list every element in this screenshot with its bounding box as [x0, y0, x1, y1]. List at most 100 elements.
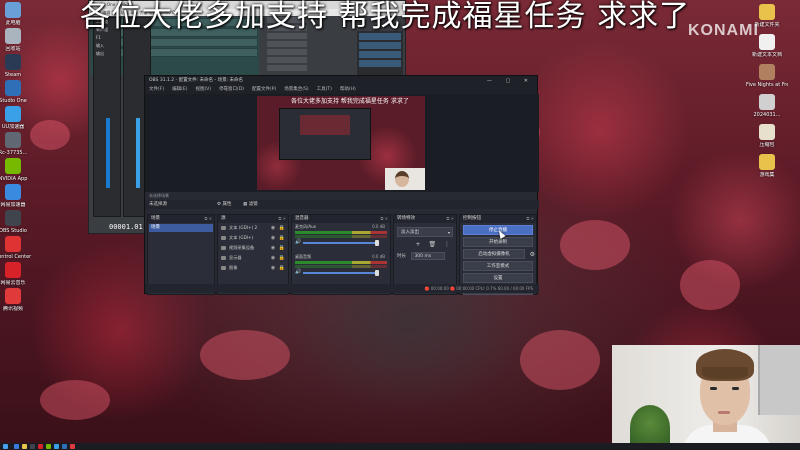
- control-button[interactable]: 开始录制: [463, 237, 533, 247]
- mixer-channel-db: 0.0 dB: [372, 224, 385, 229]
- source-item[interactable]: 文本 (GDI+) 2 ◉ 🔒: [218, 223, 288, 233]
- properties-button[interactable]: ⚙ 属性: [217, 200, 231, 209]
- video-icon: [5, 288, 21, 304]
- daw-fader[interactable]: [136, 118, 140, 188]
- daw-channel-button[interactable]: 输出: [94, 50, 120, 58]
- volume-slider-knob[interactable]: [375, 240, 379, 246]
- obs-menubar[interactable]: 文件(F) 编辑(E) 视图(V) 停靠窗口(D) 配置文件(P) 场景集合(S) 工具(T…: [145, 86, 537, 94]
- obs-titlebar[interactable]: OBS 31.1.2 - 配置文件: 未命名 - 场景: 未命名 — ▢ ✕: [145, 76, 537, 86]
- control-button[interactable]: 工作室模式: [463, 261, 533, 271]
- taskbar-app-icon[interactable]: [46, 444, 51, 449]
- volume-slider-track[interactable]: [303, 242, 377, 244]
- taskbar-app-icon[interactable]: [54, 444, 59, 449]
- taskbar-app-icon[interactable]: [30, 444, 35, 449]
- sources-dock[interactable]: 源 ⧉ ✕ 文本 (GDI+) 2 ◉ 🔒 文本 (GDI+) ◉ 🔒 视频采集设备 ◉ 🔒…: [217, 214, 289, 295]
- desktop-shortcut[interactable]: Control Center: [0, 236, 34, 260]
- desktop-shortcut-label: 2024031...: [753, 112, 781, 118]
- gear-icon[interactable]: ⚙: [530, 250, 535, 259]
- desktop-shortcut-label: 回收站: [5, 46, 21, 52]
- taskbar-app-icon[interactable]: [70, 444, 75, 449]
- source-list[interactable]: 文本 (GDI+) 2 ◉ 🔒 文本 (GDI+) ◉ 🔒 视频采集设备 ◉ 🔒 显示器 ◉ …: [218, 223, 288, 273]
- obs-window[interactable]: OBS 31.1.2 - 配置文件: 未命名 - 场景: 未命名 — ▢ ✕ 文…: [144, 75, 539, 295]
- taskbar-app-icon[interactable]: [38, 444, 43, 449]
- volume-slider-track[interactable]: [303, 272, 377, 274]
- transitions-dock[interactable]: 转场特效 ⧉ ✕ 淡入淡出 ▾ + 🗑 ⋮ 时长 300 ms: [393, 214, 457, 295]
- control-button[interactable]: 启动虚拟摄像机 ⚙: [463, 249, 535, 259]
- window-controls[interactable]: — ▢ ✕: [487, 76, 534, 86]
- scene-list[interactable]: 场景: [148, 224, 214, 232]
- desktop-shortcut[interactable]: Five Nights at Freddy's: [746, 64, 788, 88]
- desktop-shortcut[interactable]: 游戏集: [746, 154, 788, 178]
- desktop-shortcut[interactable]: 回收站: [0, 28, 34, 52]
- taskbar-app-icon[interactable]: [22, 444, 27, 449]
- desktop-shortcut[interactable]: 2024031...: [746, 94, 788, 118]
- accelerator-icon: [5, 184, 21, 200]
- volume-slider[interactable]: 🔊: [295, 239, 387, 246]
- volume-slider[interactable]: 🔊: [295, 269, 387, 276]
- source-visibility-lock-icons[interactable]: ◉ 🔒: [271, 233, 286, 243]
- obs-source-tabs[interactable]: 未选择源 ⚙ 属性 ▦ 滤镜: [145, 200, 539, 209]
- obs-menu-item[interactable]: 场景集合(S): [284, 87, 308, 92]
- desktop-shortcut-label: OBS Studio: [0, 228, 27, 234]
- mixer-channel[interactable]: 桌面音频 0.0 dB 🔊: [292, 253, 390, 283]
- desktop-shortcut[interactable]: UU加速器: [0, 106, 34, 130]
- source-visibility-lock-icons[interactable]: ◉ 🔒: [271, 263, 286, 273]
- transition-select[interactable]: 淡入淡出 ▾: [397, 227, 453, 237]
- desktop-shortcut[interactable]: 腾讯视频: [0, 288, 34, 312]
- computer-icon: [5, 2, 21, 18]
- desktop-shortcut-label: Control Center: [0, 254, 32, 260]
- obs-preview-canvas[interactable]: 各位大佬多加支持 帮我完成福星任务 求求了: [257, 96, 425, 190]
- transition-add-remove[interactable]: + 🗑 ⋮: [397, 241, 453, 248]
- scene-item[interactable]: 场景: [149, 224, 213, 232]
- obs-menu-item[interactable]: 编辑(E): [172, 87, 187, 92]
- source-item[interactable]: 显示器 ◉ 🔒: [218, 253, 288, 263]
- mixer-channels[interactable]: 麦克风/Aux 0.0 dB 🔊 桌面音频 0.0 dB 🔊: [292, 223, 390, 283]
- obs-menu-item[interactable]: 停靠窗口(D): [219, 87, 244, 92]
- source-name: 文本 (GDI+): [229, 235, 254, 240]
- taskbar-app-icon[interactable]: [62, 444, 67, 449]
- control-button[interactable]: 设置: [463, 273, 533, 283]
- windows-taskbar[interactable]: [0, 443, 800, 450]
- text-source-icon: [221, 226, 226, 230]
- audio-mixer-dock[interactable]: 混音器⧉ ✕ 麦克风/Aux0.0 dB🔊桌面音频0.0 dB🔊 ⚙ ⋮: [291, 214, 391, 295]
- daw-channel-button[interactable]: 输入: [94, 42, 120, 50]
- desktop-shortcut[interactable]: Studio One: [0, 80, 34, 104]
- obs-menu-item[interactable]: 帮助(H): [340, 87, 356, 92]
- scenes-dock[interactable]: 场景⧉ ✕ 场景 + 🗑 ◧ ∧ ∨: [147, 214, 215, 295]
- obs-menu-item[interactable]: 视图(V): [195, 87, 211, 92]
- mixer-channel[interactable]: 麦克风/Aux 0.0 dB 🔊: [292, 223, 390, 253]
- speaker-icon[interactable]: 🔊: [295, 239, 301, 245]
- desktop-shortcut[interactable]: Steam: [0, 54, 34, 78]
- desktop-shortcut[interactable]: 网易云音乐: [0, 262, 34, 286]
- speaker-icon[interactable]: 🔊: [295, 269, 301, 275]
- windows-start-icon[interactable]: [3, 444, 8, 449]
- source-item[interactable]: 视频采集设备 ◉ 🔒: [218, 243, 288, 253]
- daw-right-panel[interactable]: [357, 31, 403, 76]
- obs-menu-item[interactable]: 配置文件(P): [252, 87, 276, 92]
- desktop-shortcut-label: Rc-37735...: [0, 150, 28, 156]
- source-visibility-lock-icons[interactable]: ◉ 🔒: [271, 253, 286, 263]
- wallpaper-flower: [520, 330, 600, 390]
- taskbar-app-icon[interactable]: [14, 444, 19, 449]
- daw-fader[interactable]: [106, 118, 110, 188]
- obs-menu-item[interactable]: 工具(T): [317, 87, 332, 92]
- filters-button[interactable]: ▦ 滤镜: [243, 200, 258, 209]
- source-visibility-lock-icons[interactable]: ◉ 🔒: [271, 223, 286, 233]
- obs-preview-area[interactable]: 各位大佬多加支持 帮我完成福星任务 求求了: [145, 94, 539, 192]
- desktop-shortcut[interactable]: Rc-37735...: [0, 132, 34, 156]
- desktop-shortcut[interactable]: 此电脑: [0, 2, 34, 26]
- source-item[interactable]: 文本 (GDI+) ◉ 🔒: [218, 233, 288, 243]
- desktop-shortcut[interactable]: 网易加速器: [0, 184, 34, 208]
- daw-channel-button[interactable]: F1: [94, 34, 120, 42]
- controls-dock[interactable]: 控制按钮⧉ ✕ 停止直播开始录制启动虚拟摄像机⚙工作室模式设置退出: [459, 214, 537, 295]
- transition-duration-input[interactable]: 300 ms: [411, 252, 446, 260]
- daw-mixer-channel[interactable]: 二声道 单声道 F1 输入 输出: [93, 17, 121, 217]
- source-item[interactable]: 图像 ◉ 🔒: [218, 263, 288, 273]
- source-visibility-lock-icons[interactable]: ◉ 🔒: [271, 243, 286, 253]
- volume-slider-knob[interactable]: [375, 270, 379, 276]
- wallpaper-flower: [680, 260, 740, 310]
- desktop-shortcut[interactable]: OBS Studio: [0, 210, 34, 234]
- desktop-shortcut[interactable]: 压缩包: [746, 124, 788, 148]
- desktop-shortcut[interactable]: NVIDIA App: [0, 158, 34, 182]
- obs-menu-item[interactable]: 文件(F): [149, 87, 164, 92]
